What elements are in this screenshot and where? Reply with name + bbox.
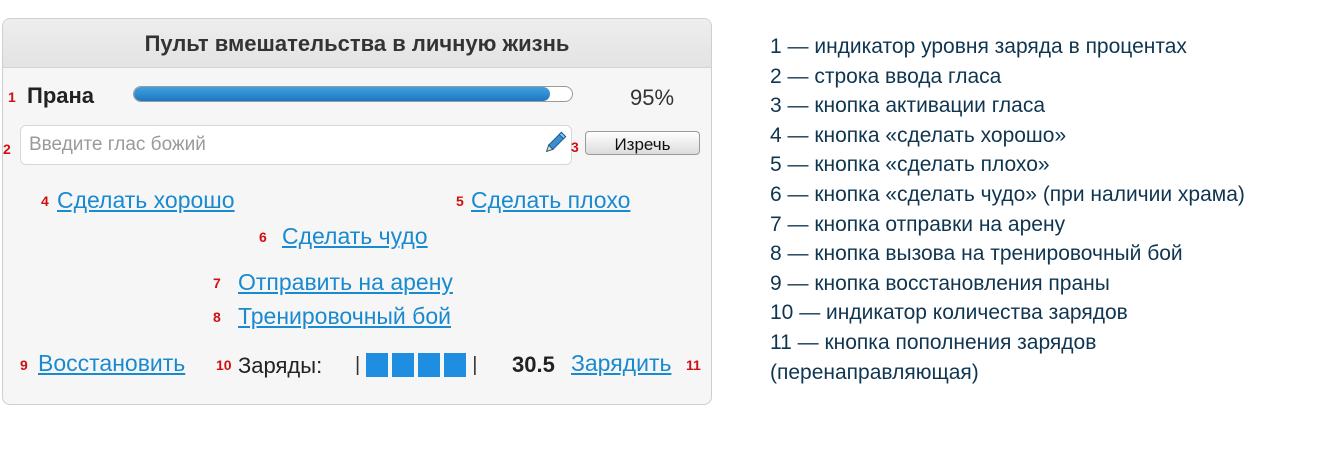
prana-progress-bar bbox=[133, 86, 573, 102]
legend-item: 10 — индикатор количества зарядов bbox=[770, 301, 1128, 325]
charges-count: 30.5 bbox=[512, 352, 555, 377]
legend-item: 1 — индикатор уровня заряда в процентах bbox=[770, 35, 1187, 58]
marker-6: 6 bbox=[259, 229, 267, 245]
charge-cell bbox=[418, 353, 441, 377]
do-bad-link[interactable]: Сделать плохо bbox=[471, 187, 630, 214]
pencil-icon[interactable] bbox=[542, 130, 568, 156]
legend-item: 8 — кнопка вызова на тренировочный бой bbox=[770, 242, 1183, 266]
charges-indicator: | | bbox=[355, 352, 477, 378]
restore-prana-link[interactable]: Восстановить bbox=[38, 350, 185, 377]
training-fight-link[interactable]: Тренировочный бой bbox=[238, 303, 451, 330]
prana-label: Прана bbox=[27, 83, 95, 108]
recharge-link[interactable]: Зарядить bbox=[571, 350, 671, 377]
charges-right-bracket: | bbox=[472, 353, 478, 376]
charge-cell bbox=[392, 353, 415, 377]
marker-5: 5 bbox=[456, 193, 464, 209]
panel-title: Пульт вмешательства в личную жизнь bbox=[3, 19, 711, 68]
marker-1: 1 bbox=[8, 89, 16, 105]
voice-input[interactable] bbox=[20, 125, 572, 165]
do-good-link[interactable]: Сделать хорошо bbox=[57, 187, 235, 214]
legend-item: 2 — строка ввода гласа bbox=[770, 64, 1002, 88]
legend-item: 3 — кнопка активации гласа bbox=[770, 94, 1046, 118]
legend-item: 7 — кнопка отправки на арену bbox=[770, 212, 1066, 236]
legend-item: (перенаправляющая) bbox=[770, 360, 979, 384]
charges-cells bbox=[366, 353, 470, 377]
legend-item: 6 — кнопка «сделать чудо» (при наличии х… bbox=[770, 182, 1245, 206]
marker-3: 3 bbox=[571, 139, 579, 155]
charges-left-bracket: | bbox=[355, 353, 361, 376]
marker-11: 11 bbox=[686, 357, 701, 373]
marker-9: 9 bbox=[20, 357, 28, 373]
marker-2: 2 bbox=[3, 141, 11, 157]
charge-cell bbox=[366, 353, 389, 377]
speak-button[interactable]: Изречь bbox=[585, 131, 700, 155]
marker-10: 10 bbox=[216, 357, 232, 373]
legend: 1 — индикатор уровня заряда в процентах … bbox=[770, 32, 1330, 387]
charge-cell bbox=[444, 353, 467, 377]
legend-item: 9 — кнопка восстановления праны bbox=[770, 271, 1110, 295]
charges-label: Заряды: bbox=[238, 353, 323, 378]
prana-progress-fill bbox=[134, 87, 551, 101]
marker-7: 7 bbox=[213, 275, 221, 291]
marker-8: 8 bbox=[213, 309, 221, 325]
legend-item: 5 — кнопка «сделать плохо» bbox=[770, 153, 1050, 177]
prana-percent: 95% bbox=[630, 85, 675, 110]
marker-4: 4 bbox=[41, 193, 49, 209]
legend-item: 11 — кнопка пополнения зарядов bbox=[770, 330, 1097, 354]
miracle-link[interactable]: Сделать чудо bbox=[282, 223, 428, 250]
legend-item: 4 — кнопка «сделать хорошо» bbox=[770, 123, 1067, 147]
arena-link[interactable]: Отправить на арену bbox=[238, 269, 453, 296]
